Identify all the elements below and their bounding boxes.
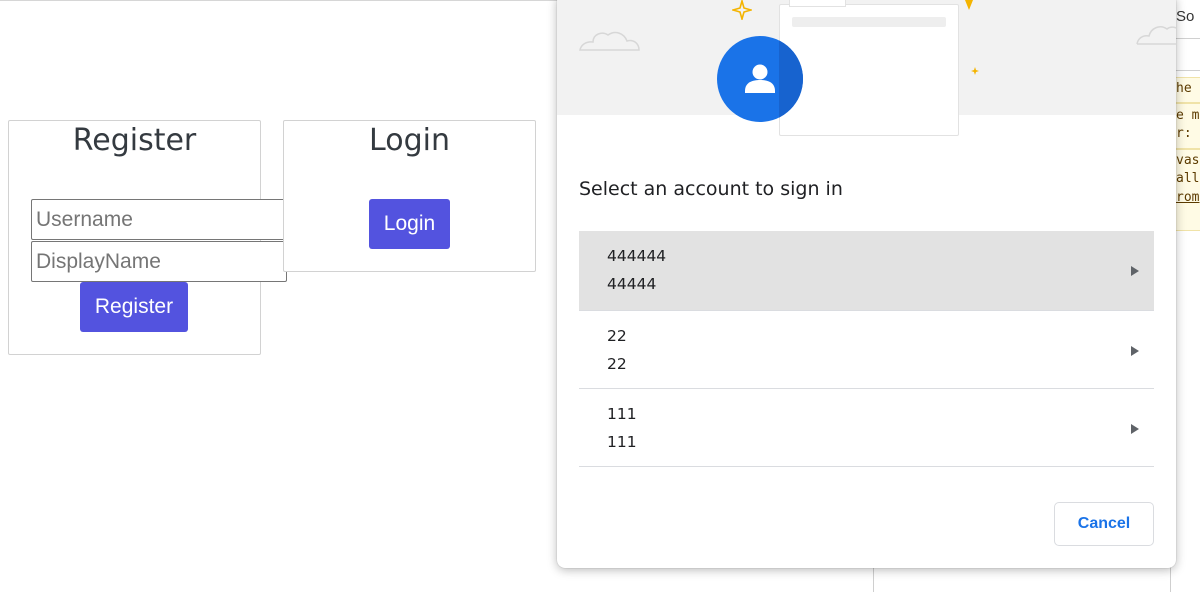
account-name: 22 [607,327,627,345]
sparkle-icon [965,0,973,10]
devtools-console-line: he [1176,81,1192,96]
document-line [792,17,946,27]
account-row[interactable]: 22 22 [579,311,1154,389]
document-illustration [779,4,959,136]
sparkle-icon [732,0,752,20]
displayname-input[interactable] [31,241,287,282]
chevron-right-icon [1131,346,1139,356]
login-button[interactable]: Login [369,199,450,249]
register-title: Register [72,123,197,158]
devtools-splitter[interactable] [873,568,874,592]
devtools-console-line: e m [1176,108,1200,123]
sparkle-icon [971,67,979,75]
account-list: 444444 44444 22 22 111 111 [579,231,1154,467]
cancel-button[interactable]: Cancel [1054,502,1154,546]
username-input[interactable] [31,199,287,240]
devtools-console-line: all [1176,171,1200,186]
account-name: 444444 [607,247,667,265]
register-button[interactable]: Register [80,282,188,332]
account-row[interactable]: 444444 44444 [579,231,1154,311]
devtools-console-line: r: [1176,126,1192,141]
page-top-border [0,0,560,1]
person-icon [745,64,775,93]
document-tab [789,0,846,7]
avatar [717,36,803,122]
account-name: 111 [607,405,637,423]
account-row[interactable]: 111 111 [579,389,1154,467]
account-email: 44444 [607,275,657,293]
devtools-console-link[interactable]: rom [1176,190,1200,205]
account-email: 111 [607,433,637,451]
account-email: 22 [607,355,627,373]
login-title: Login [369,123,450,158]
cloud-icon [1136,26,1176,45]
cloud-icon [579,31,640,51]
dialog-title: Select an account to sign in [579,178,843,200]
devtools-console-line: vas [1176,153,1200,168]
account-chooser-dialog: Select an account to sign in 444444 4444… [557,0,1176,568]
chevron-right-icon [1131,424,1139,434]
chevron-right-icon [1131,266,1139,276]
login-card: Login [283,120,536,272]
devtools-sources-tab[interactable]: So [1176,8,1194,25]
